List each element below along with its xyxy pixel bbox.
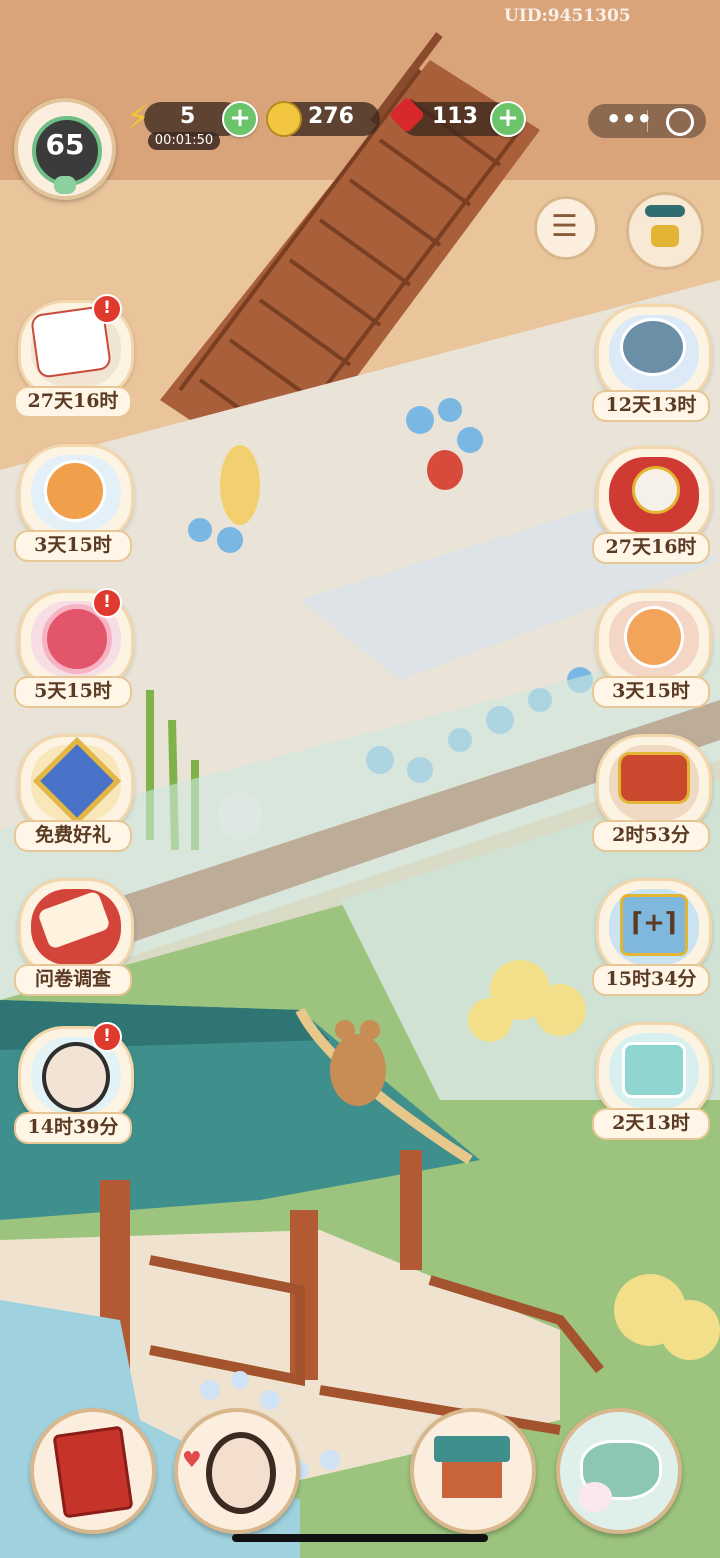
cat-cloud-icon xyxy=(620,318,686,376)
event-timer: 3天15时 xyxy=(14,530,132,562)
left-event-3[interactable]: ! 5天15时 xyxy=(14,588,134,708)
event-timer: 15时34分 xyxy=(592,964,710,996)
left-event-5[interactable]: 问卷调查 xyxy=(14,878,134,996)
energy-timer: 00:01:50 xyxy=(148,132,220,150)
right-event-4[interactable]: 2时53分 xyxy=(592,734,712,852)
list-menu-icon: ☰ xyxy=(551,209,578,244)
player-level: 65 xyxy=(45,128,85,161)
journal-book-button[interactable] xyxy=(30,1408,156,1534)
alert-badge: ! xyxy=(92,1022,122,1052)
lucky-cat-icon xyxy=(624,606,684,668)
left-event-4[interactable]: 免费好礼 xyxy=(14,734,134,852)
red-book-icon xyxy=(52,1425,134,1519)
teapot-button[interactable] xyxy=(556,1408,682,1534)
bunny-icon xyxy=(578,1482,612,1512)
more-dots-icon[interactable]: ••• xyxy=(606,105,652,133)
clover-icon xyxy=(54,176,76,194)
alert-badge: ! xyxy=(92,294,122,324)
lady-portrait-icon xyxy=(206,1432,276,1514)
right-event-2[interactable]: 27天16时 xyxy=(592,446,712,564)
treasure-chest-icon xyxy=(618,752,690,804)
gem-value: 113 xyxy=(432,104,478,129)
event-timer: 5天15时 xyxy=(14,676,132,708)
heart-icon: ♥ xyxy=(182,1448,202,1473)
gong-shop-button[interactable] xyxy=(626,192,704,270)
home-indicator[interactable] xyxy=(232,1534,488,1542)
fox-icon xyxy=(44,460,106,522)
list-menu-button[interactable]: ☰ xyxy=(534,196,598,260)
pavilion-icon xyxy=(434,1436,510,1462)
right-event-1[interactable]: 12天13时 xyxy=(592,304,712,422)
character-portrait-icon xyxy=(42,1042,110,1112)
red-fan-scroll-icon xyxy=(632,466,680,514)
player-level-badge[interactable]: 65 xyxy=(14,98,116,200)
event-timer: 14时39分 xyxy=(14,1112,132,1144)
left-event-2[interactable]: 3天15时 xyxy=(14,444,134,562)
right-event-3[interactable]: 3天15时 xyxy=(592,590,712,708)
event-timer: 27天16时 xyxy=(592,532,710,564)
event-timer: 2时53分 xyxy=(592,820,710,852)
event-timer: 3天15时 xyxy=(592,676,710,708)
energy-value: 5 xyxy=(180,104,196,129)
uid-text: UID:9451305 xyxy=(504,6,631,26)
jade-cat-gift-icon xyxy=(622,1042,686,1098)
game-scene[interactable]: UID:9451305 65 ⚡ 5 00:01:50 + 276 113 + … xyxy=(0,0,720,1558)
alert-badge: ! xyxy=(92,588,122,618)
event-timer: 12天13时 xyxy=(592,390,710,422)
double-bonus-icon: ⌈+⌉ xyxy=(620,894,688,956)
event-timer: 2天13时 xyxy=(592,1108,710,1140)
event-timer: 27天16时 xyxy=(14,386,132,418)
pavilion-build-button[interactable] xyxy=(410,1408,536,1534)
add-gems-button[interactable]: + xyxy=(490,101,526,137)
event-label: 免费好礼 xyxy=(14,820,132,852)
gong-shop-icon xyxy=(645,205,685,217)
lightning-icon: ⚡ xyxy=(126,98,150,138)
coin-icon xyxy=(266,101,302,137)
coin-counter: 276 xyxy=(266,101,380,137)
character-button[interactable]: ♥ xyxy=(174,1408,300,1534)
right-event-6[interactable]: 2天13时 xyxy=(592,1022,712,1140)
event-label: 问卷调查 xyxy=(14,964,132,996)
add-energy-button[interactable]: + xyxy=(222,101,258,137)
left-event-6[interactable]: ! 14时39分 xyxy=(14,1022,134,1144)
coin-value: 276 xyxy=(308,104,354,129)
right-event-5[interactable]: ⌈+⌉ 15时34分 xyxy=(592,878,712,996)
close-miniprogram-icon[interactable] xyxy=(666,108,694,136)
left-event-1[interactable]: ! 27天16时 xyxy=(14,294,134,418)
miniprogram-capsule: ••• xyxy=(588,104,706,138)
